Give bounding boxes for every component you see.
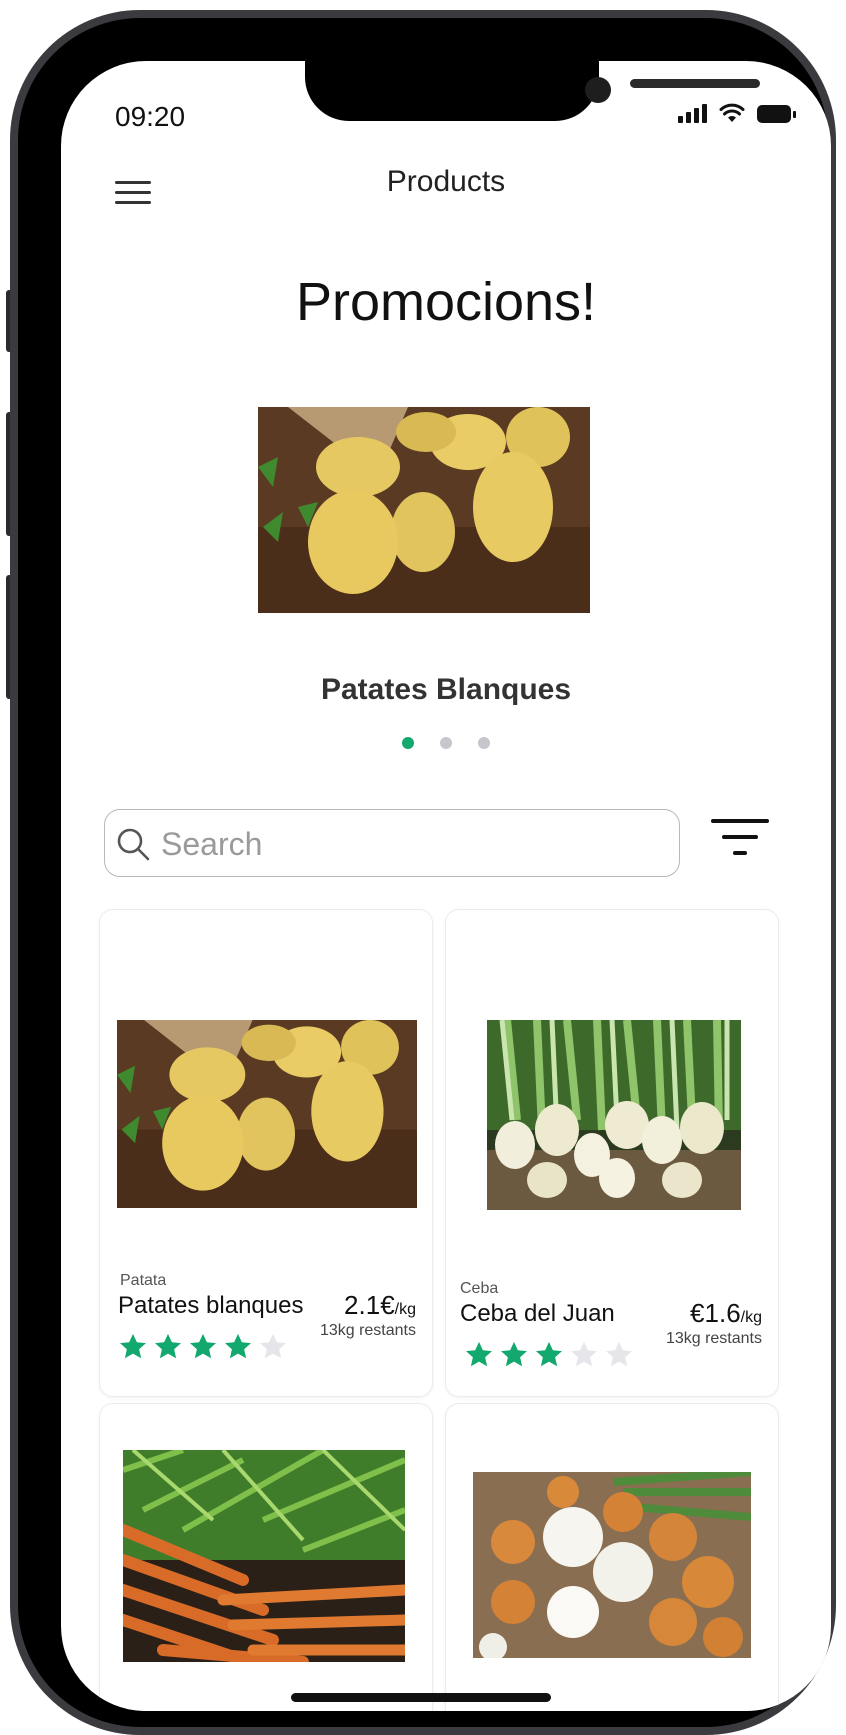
star-empty-icon xyxy=(571,1341,597,1367)
product-category: Ceba xyxy=(460,1280,499,1297)
product-image-potatoes xyxy=(117,1020,417,1208)
price-value: 2.1€ xyxy=(344,1290,395,1320)
product-stock: 13kg restants xyxy=(665,1330,762,1347)
status-icons xyxy=(678,103,796,123)
search-bar xyxy=(104,809,680,877)
rating-stars xyxy=(464,1340,634,1370)
carousel-dot-1[interactable] xyxy=(402,737,414,749)
star-filled-icon xyxy=(501,1341,527,1367)
product-card[interactable] xyxy=(445,1403,779,1711)
carousel-dots xyxy=(61,737,831,749)
product-name: Patates blanques xyxy=(118,1292,304,1319)
search-input[interactable] xyxy=(159,820,663,868)
price-unit: /kg xyxy=(394,1301,416,1318)
signal-icon xyxy=(678,103,707,123)
carousel-dot-3[interactable] xyxy=(478,737,490,749)
product-category: Patata xyxy=(120,1272,167,1289)
page-title: Products xyxy=(386,165,506,198)
wifi-icon xyxy=(719,103,745,122)
star-filled-icon xyxy=(155,1333,181,1359)
star-empty-icon xyxy=(606,1341,632,1367)
product-card[interactable] xyxy=(99,1403,433,1711)
star-filled-icon xyxy=(225,1333,251,1359)
phone-bezel: 09:20 Products Promocions! Patates Blanq… xyxy=(18,18,831,1727)
product-image-onions xyxy=(473,1472,751,1658)
status-time: 09:20 xyxy=(115,101,186,132)
battery-icon xyxy=(757,105,796,123)
product-price: 2.1€/kg xyxy=(344,1290,416,1321)
home-indicator[interactable] xyxy=(291,1693,551,1702)
phone-frame: 09:20 Products Promocions! Patates Blanq… xyxy=(10,10,836,1735)
price-unit: /kg xyxy=(740,1309,762,1326)
app-screen: 09:20 Products Promocions! Patates Blanq… xyxy=(61,61,831,1711)
search-icon xyxy=(117,828,150,861)
filter-icon[interactable] xyxy=(711,815,769,863)
promo-heading: Promocions! xyxy=(295,272,597,332)
price-value: €1.6 xyxy=(690,1298,741,1328)
product-image-carrots xyxy=(123,1450,405,1662)
product-card[interactable]: Patata Patates blanques 2.1€/kg 13kg res… xyxy=(99,909,433,1397)
promo-product-name: Patates Blanques xyxy=(320,673,572,706)
front-camera xyxy=(585,77,611,103)
product-price: €1.6/kg xyxy=(690,1298,762,1329)
product-image-onions xyxy=(487,1020,741,1210)
star-empty-icon xyxy=(260,1333,286,1359)
rating-stars xyxy=(118,1332,288,1362)
star-filled-icon xyxy=(190,1333,216,1359)
product-stock: 13kg restants xyxy=(319,1322,416,1339)
carousel-dot-2[interactable] xyxy=(440,737,452,749)
notch xyxy=(305,61,760,121)
star-filled-icon xyxy=(466,1341,492,1367)
product-card[interactable]: Ceba Ceba del Juan €1.6/kg 13kg restants xyxy=(445,909,779,1397)
star-filled-icon xyxy=(120,1333,146,1359)
product-name: Ceba del Juan xyxy=(460,1300,615,1327)
promo-image-potatoes[interactable] xyxy=(258,407,590,613)
star-filled-icon xyxy=(536,1341,562,1367)
earpiece-speaker xyxy=(630,79,760,88)
